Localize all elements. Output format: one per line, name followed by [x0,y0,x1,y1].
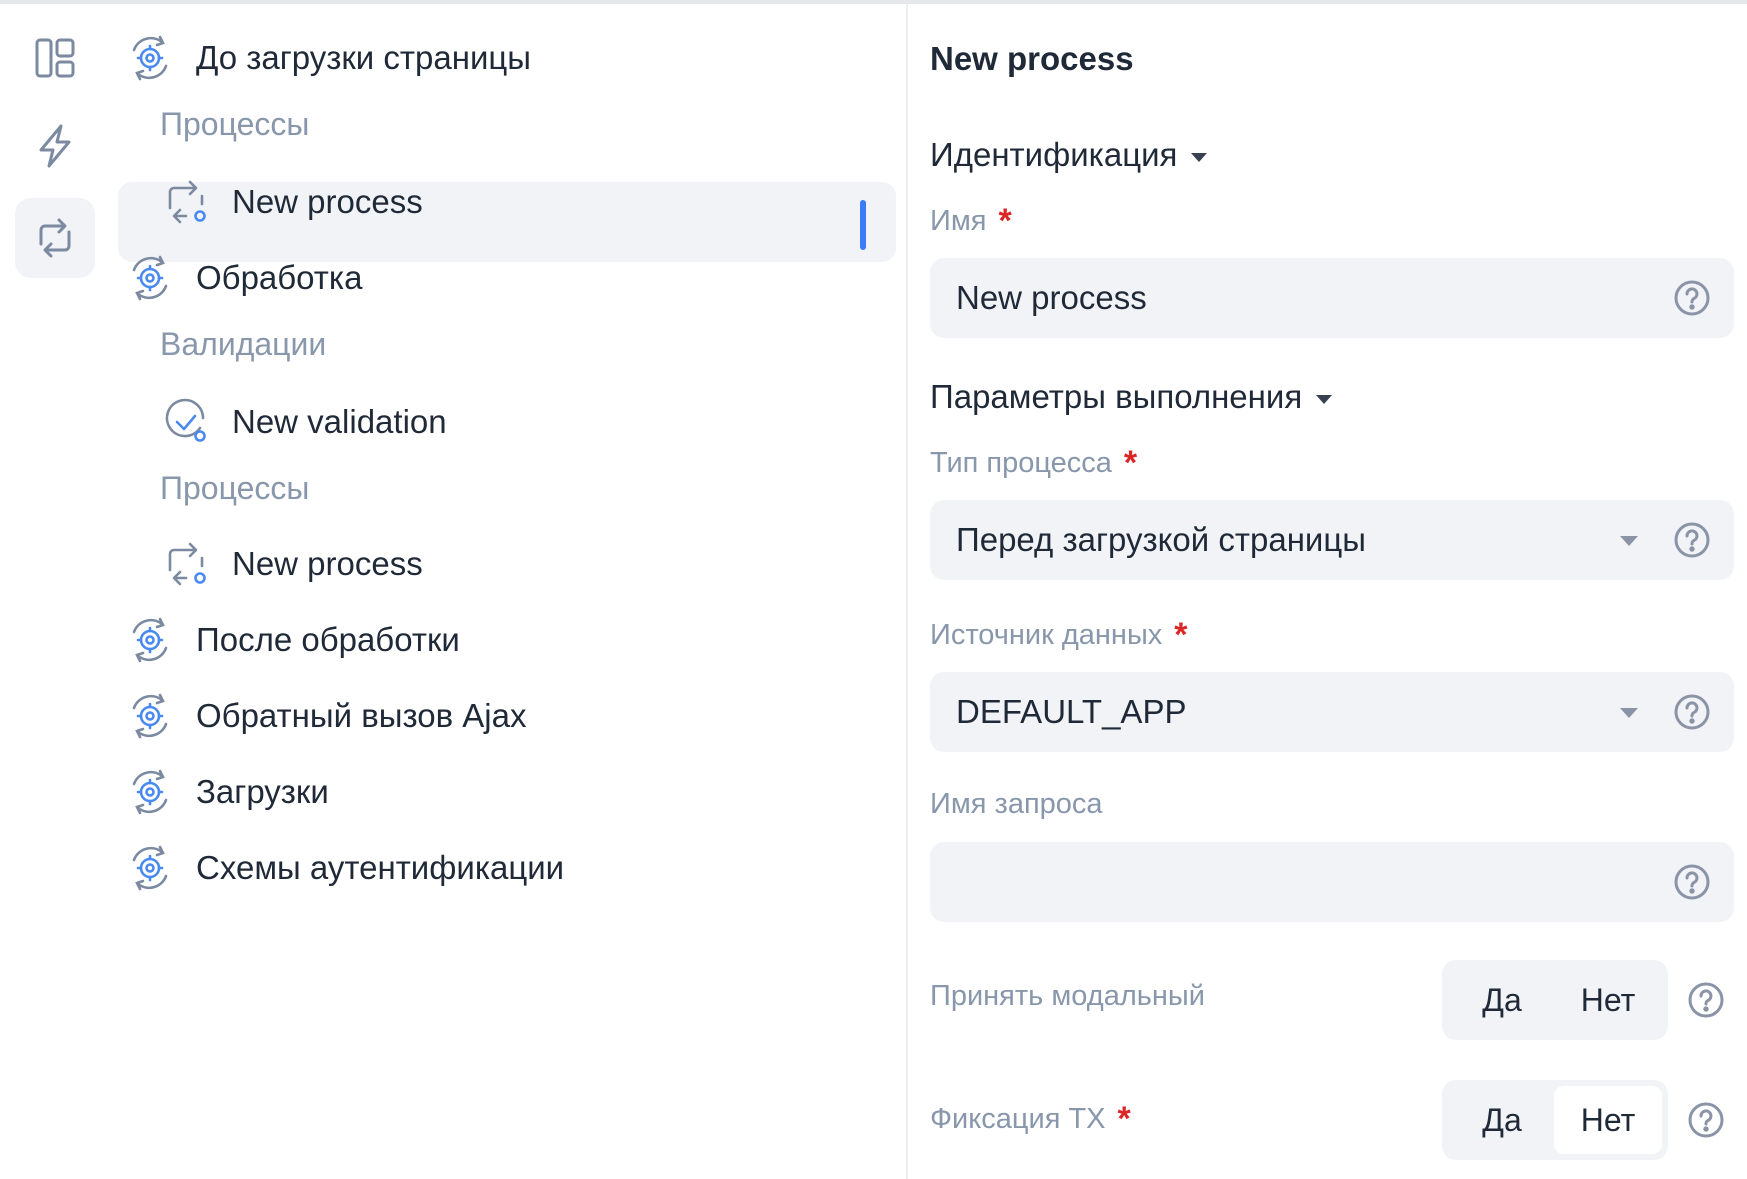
commit-tx-toggle[interactable]: Да Нет [1442,1080,1668,1160]
commit-tx-no-option[interactable]: Нет [1554,1086,1662,1154]
caret-down-icon [1191,152,1208,162]
help-icon[interactable] [1686,1100,1726,1140]
caret-down-icon [1316,394,1333,404]
property-editor: New process Идентификация Имя * New proc… [908,4,1747,1179]
help-icon[interactable] [1672,862,1712,902]
section-identification[interactable]: Идентификация [930,136,1208,174]
layout-icon [35,38,75,78]
process-cycle-icon [39,218,71,258]
help-icon[interactable] [1672,520,1712,560]
tree-item-label: Обработка [196,259,363,296]
dropdown-arrow-icon[interactable] [1620,708,1638,718]
required-marker: * [998,202,1012,240]
tree-item-ajax-callback[interactable]: Обратный вызов Ajax [124,690,526,742]
processing-tree: До загрузки страницы Процессы New proces… [108,4,908,1179]
tree-group-processes[interactable]: Процессы [160,470,309,507]
tree-item-label: New validation [232,403,447,440]
tree-item-label: Обратный вызов Ajax [196,697,527,734]
rail-processing-button[interactable] [15,198,95,278]
gear-cycle-icon [124,842,176,894]
gear-cycle-icon [124,614,176,666]
process-type-value: Перед загрузкой страницы [956,521,1366,558]
tree-item-processing[interactable]: Обработка [124,252,362,304]
tree-item-process[interactable]: New process [160,538,423,590]
tree-group-label: Процессы [160,106,310,142]
help-icon[interactable] [1672,692,1712,732]
required-marker: * [1174,616,1188,654]
tree-item-label: После обработки [196,621,460,658]
dropdown-arrow-icon[interactable] [1620,536,1638,546]
lightning-icon [39,124,71,168]
gear-cycle-icon [124,252,176,304]
accept-modal-no-option[interactable]: Нет [1554,966,1662,1034]
tree-group-processes[interactable]: Процессы [160,106,309,143]
tree-item-label: Схемы аутентификации [196,849,565,886]
tree-item-validation[interactable]: New validation [160,396,447,448]
accept-modal-label: Принять модальный [930,980,1205,1013]
process-cycle-icon [160,176,212,228]
name-input[interactable]: New process [930,258,1734,338]
tree-item-auth-schemes[interactable]: Схемы аутентификации [124,842,564,894]
process-type-label: Тип процесса * [930,446,1137,480]
accept-modal-yes-option[interactable]: Да [1448,966,1556,1034]
tree-item-label: New process [232,183,423,220]
tree-group-validations[interactable]: Валидации [160,326,326,363]
tree-group-label: Валидации [160,326,327,362]
section-label: Идентификация [930,136,1178,173]
field-label-text: Имя запроса [930,788,1103,820]
icon-rail [0,4,108,1179]
datasource-label: Источник данных * [930,618,1188,652]
rail-dynamic-actions-button[interactable] [15,106,95,186]
commit-tx-yes-option[interactable]: Да [1448,1086,1556,1154]
field-label-text: Фиксация TX [930,1102,1106,1135]
required-marker: * [1117,1100,1131,1138]
help-icon[interactable] [1672,278,1712,318]
section-execution[interactable]: Параметры выполнения [930,378,1333,416]
tree-item-before-header[interactable]: До загрузки страницы [124,32,531,84]
help-icon[interactable] [1686,980,1726,1020]
name-label: Имя * [930,204,1012,238]
selected-row-indicator [860,200,866,250]
check-circle-icon [160,396,212,448]
tree-item-label: Загрузки [196,773,329,810]
process-cycle-icon [160,538,212,590]
gear-cycle-icon [124,690,176,742]
gear-cycle-icon [124,32,176,84]
tree-group-label: Процессы [160,470,310,506]
panel-title: New process [930,40,1134,77]
process-type-select[interactable]: Перед загрузкой страницы [930,500,1734,580]
gear-cycle-icon [124,766,176,818]
tree-item-label: New process [232,545,423,582]
tree-item-process[interactable]: New process [160,176,423,228]
name-value: New process [956,279,1147,316]
field-label-text: Тип процесса [930,446,1112,479]
query-name-input[interactable] [930,842,1734,922]
datasource-select[interactable]: DEFAULT_APP [930,672,1734,752]
section-label: Параметры выполнения [930,378,1303,415]
field-label-text: Имя [930,204,987,237]
tree-item-label: До загрузки страницы [196,39,532,76]
query-name-label: Имя запроса [930,788,1103,821]
commit-tx-label: Фиксация TX * [930,1102,1131,1136]
datasource-value: DEFAULT_APP [956,693,1187,730]
field-label-text: Источник данных [930,618,1163,651]
required-marker: * [1123,444,1138,482]
accept-modal-toggle[interactable]: Да Нет [1442,960,1668,1040]
rail-layout-button[interactable] [15,18,95,98]
tree-item-after-processing[interactable]: После обработки [124,614,460,666]
tree-item-downloads[interactable]: Загрузки [124,766,329,818]
field-label-text: Принять модальный [930,980,1205,1012]
